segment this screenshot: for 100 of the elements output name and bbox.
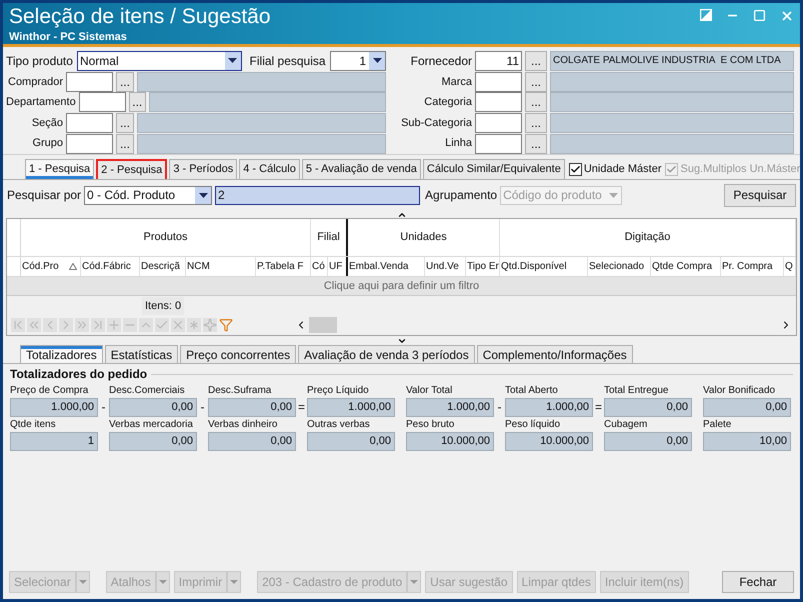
plus-icon[interactable] <box>107 318 121 332</box>
value-field: 0,00 <box>109 398 197 417</box>
field-label: Sub-Categoria <box>400 116 472 131</box>
value-field: 1.000,00 <box>406 398 494 417</box>
column-header[interactable]: Qtde Compra <box>651 257 721 276</box>
collapse-icon[interactable] <box>396 210 406 220</box>
field-label: Verbas dinheiro <box>208 418 278 432</box>
asterisk-icon[interactable] <box>187 318 201 332</box>
previous-icon[interactable] <box>43 318 57 332</box>
expand-icon[interactable] <box>396 336 406 346</box>
code-field[interactable] <box>66 72 114 92</box>
field-label: Preço de Compra <box>10 384 88 398</box>
value-field: 0,00 <box>703 398 791 417</box>
up-icon[interactable] <box>139 318 153 332</box>
column-header[interactable]: NCM <box>186 257 256 276</box>
lookup-button[interactable]: ... <box>525 50 547 71</box>
tab[interactable]: Complemento/Informações <box>476 345 633 363</box>
field-label: Peso líquido <box>505 418 560 432</box>
code-field[interactable] <box>66 134 114 154</box>
sparkle-icon[interactable] <box>203 318 217 332</box>
column-header[interactable]: Có <box>311 257 328 276</box>
tab[interactable]: 1 - Pesquisa <box>25 159 94 179</box>
next-page-icon[interactable] <box>75 318 89 332</box>
value-field: 10.000,00 <box>406 432 494 451</box>
search-mode-select[interactable]: 0 - Cód. Produto <box>84 186 212 204</box>
column-header[interactable]: Und.Ve <box>425 257 466 276</box>
column-header[interactable]: Cód.Fábric <box>81 257 140 276</box>
column-header[interactable]: Cód.Pro <box>21 257 81 276</box>
field-label: Qtde itens <box>10 418 56 432</box>
field-label: Outras verbas <box>307 418 370 432</box>
column-header[interactable]: Tipo Er <box>466 257 500 276</box>
column-header[interactable]: Qtd.Disponível <box>500 257 588 276</box>
field-label: Departamento <box>6 95 76 110</box>
value-field: 10,00 <box>703 432 791 451</box>
search-button[interactable]: Pesquisar <box>724 184 796 206</box>
lookup-button[interactable]: ... <box>116 113 134 134</box>
tab[interactable]: 4 - Cálculo <box>239 159 300 179</box>
check-icon[interactable] <box>155 318 169 332</box>
tab[interactable]: 2 - Pesquisa <box>96 159 168 179</box>
lookup-button[interactable]: ... <box>525 113 547 134</box>
field-label: Agrupamento <box>425 187 498 204</box>
field-label: Verbas mercadoria <box>109 418 193 432</box>
lookup-button[interactable]: ... <box>116 72 134 92</box>
first-icon[interactable] <box>11 318 25 332</box>
tab[interactable]: 3 - Períodos <box>169 159 238 179</box>
code-field[interactable] <box>475 113 522 134</box>
maximize-icon[interactable] <box>753 9 766 22</box>
lookup-button[interactable]: ... <box>525 92 547 112</box>
field-label: Preço Líquido <box>307 384 369 398</box>
field-label: Marca <box>440 74 472 90</box>
field-label: Seção <box>30 116 64 131</box>
previous-page-icon[interactable] <box>27 318 41 332</box>
filter-icon[interactable] <box>219 318 233 332</box>
code-field[interactable] <box>475 72 522 92</box>
field-label: Peso bruto <box>406 418 454 432</box>
code-field[interactable] <box>66 113 114 134</box>
tab[interactable]: Cálculo Similar/Equivalente <box>422 159 565 179</box>
column-header[interactable]: P.Tabela F <box>256 257 311 276</box>
lookup-button[interactable]: ... <box>116 134 134 154</box>
operator-sign: - <box>200 399 206 416</box>
minus-icon[interactable] <box>123 318 137 332</box>
field-label: Cubagem <box>604 418 648 432</box>
operator-sign: - <box>100 399 106 416</box>
search-field[interactable]: 2 <box>215 186 420 204</box>
close-icon[interactable] <box>780 9 794 23</box>
tab[interactable]: Estatísticas <box>104 345 178 363</box>
column-header[interactable]: Q <box>784 257 796 276</box>
value-field: 1 <box>10 432 98 451</box>
action-button[interactable]: Fechar <box>722 571 794 593</box>
code-field[interactable] <box>475 92 522 112</box>
lookup-button[interactable]: ... <box>128 92 146 112</box>
tab[interactable]: Preço concorrentes <box>180 345 296 363</box>
scroll-thumb[interactable] <box>309 317 337 333</box>
value-field: 0,00 <box>307 432 395 451</box>
checkbox[interactable]: Unidade Máster <box>568 159 662 179</box>
column-group-header: Unidades <box>348 219 500 256</box>
code-field[interactable] <box>78 92 126 112</box>
column-header[interactable]: Descriçã <box>140 257 186 276</box>
next-icon[interactable] <box>59 318 73 332</box>
restore-icon[interactable] <box>700 9 712 21</box>
branch-select[interactable]: 1 <box>330 50 386 71</box>
code-field[interactable] <box>475 134 522 154</box>
item-count: Itens: 0 <box>142 296 184 314</box>
product-type-select[interactable]: Normal <box>76 50 242 71</box>
tab[interactable]: 5 - Avaliação de venda <box>302 159 421 179</box>
operator-sign: = <box>594 399 603 416</box>
supplier-code-field[interactable]: 11 <box>475 50 522 71</box>
lookup-button[interactable]: ... <box>525 72 547 92</box>
column-header[interactable]: Selecionado <box>588 257 651 276</box>
lookup-button[interactable]: ... <box>525 134 547 154</box>
operator-sign: = <box>296 399 306 416</box>
column-header[interactable]: Embal.Venda <box>348 257 425 276</box>
check-icon <box>570 164 581 174</box>
field-label: Valor Total <box>406 384 452 398</box>
tab[interactable]: Totalizadores <box>20 345 103 363</box>
filter-row[interactable]: Clique aqui para definir um filtro <box>7 277 796 295</box>
last-icon[interactable] <box>91 318 105 332</box>
column-header[interactable]: Pr. Compra <box>721 257 784 276</box>
tab[interactable]: Avaliação de venda 3 períodos <box>298 345 475 363</box>
close-icon[interactable] <box>171 318 185 332</box>
